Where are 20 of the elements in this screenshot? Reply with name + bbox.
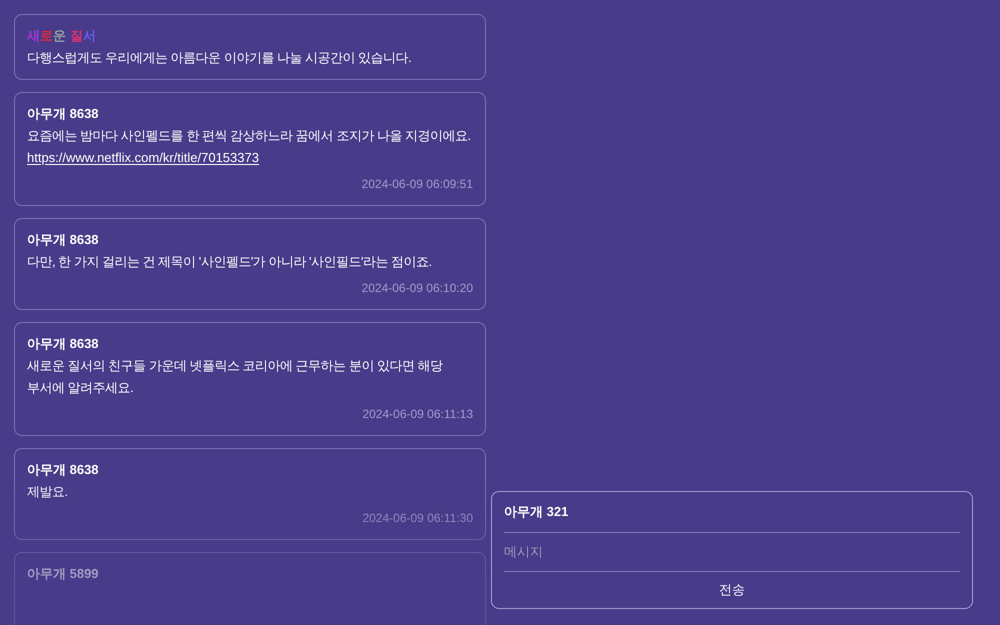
message-input[interactable]: 메시지	[504, 542, 960, 562]
message-text: 새로운 질서의 친구들 가운데 넷플릭스 코리아에 근무하는 분이 있다면 해당 부서에 알려주세요.	[27, 357, 444, 397]
message-author: 아무개 8638	[27, 461, 100, 479]
message-timestamp: 2024-06-09 06:11:30	[362, 510, 473, 527]
message-author: 아무개 5899	[27, 565, 100, 583]
message-text: 다만, 한 가지 걸리는 건 제목이 '사인펠드'가 아니라 '사인필드'라는 점이죠.	[27, 253, 433, 271]
message-author: 아무개 8638	[27, 105, 100, 123]
message-timestamp: 2024-06-09 06:09:51	[362, 176, 473, 193]
sender-name: 아무개 321	[504, 504, 568, 519]
message-link[interactable]: https://www.netflix.com/kr/title/70153373	[27, 150, 259, 165]
notice-text: 다행스럽게도 우리에게는 아름다운 이야기를 나눌 시공간이 있습니다.	[27, 49, 412, 67]
message-timestamp: 2024-06-09 06:10:20	[362, 280, 473, 297]
message-field[interactable]: 메시지	[504, 533, 960, 572]
message-author: 아무개 8638	[27, 231, 100, 249]
notice-title: 새로운 질서	[27, 27, 97, 45]
message-text: 요즘에는 밤마다 사인펠드를 한 편씩 감상하느라 꿈에서 조지가 나올 지경이에요.	[27, 127, 472, 145]
send-button[interactable]: 전송	[504, 572, 960, 608]
message-text: 제발요.	[27, 483, 69, 501]
message-author: 아무개 8638	[27, 335, 100, 353]
message-timestamp: 2024-06-09 06:11:13	[362, 406, 473, 423]
